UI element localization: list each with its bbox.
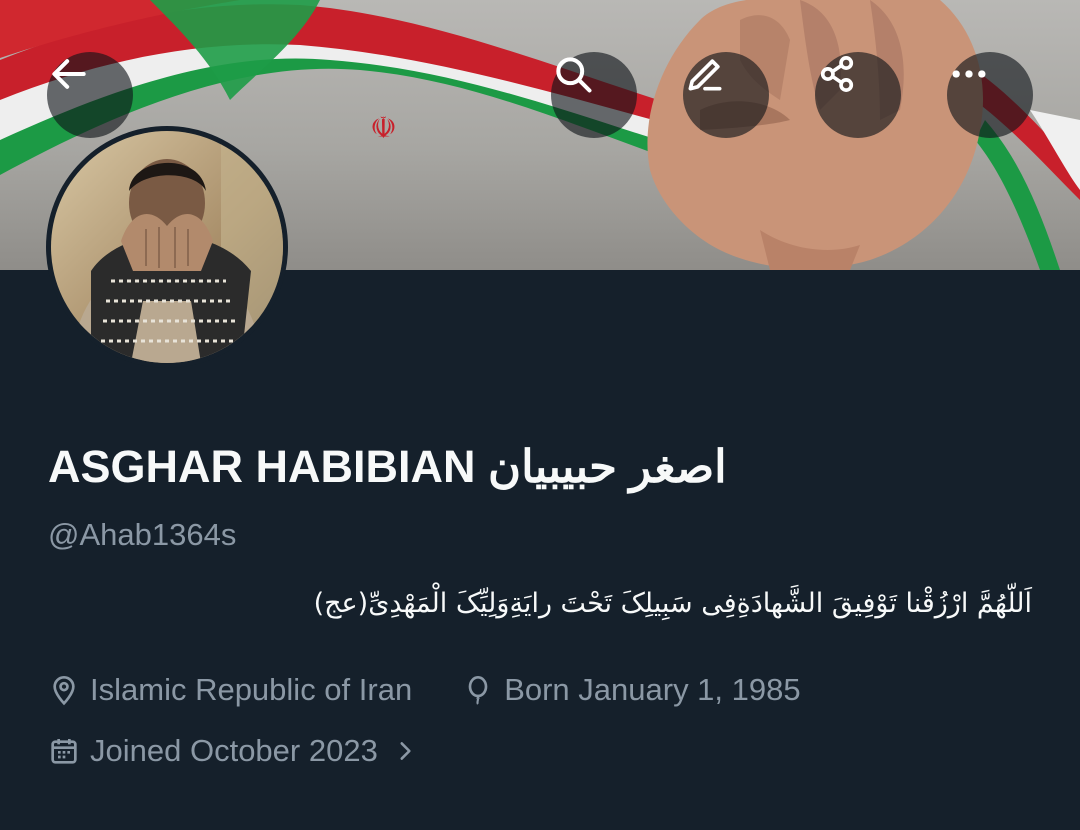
back-button[interactable] xyxy=(47,52,133,138)
share-button[interactable] xyxy=(815,52,901,138)
svg-text:☫: ☫ xyxy=(370,111,397,146)
profile-meta-row: Islamic Republic of Iran Born January 1,… xyxy=(48,672,801,708)
calendar-icon xyxy=(48,735,80,767)
chevron-right-icon[interactable] xyxy=(392,738,418,764)
profile-bio: اَللّهُمَّ ارْزُقْنا تَوْفِیقَ الشَّهادَ… xyxy=(313,588,1032,619)
avatar-image xyxy=(51,131,283,363)
joined-item[interactable]: Joined October 2023 xyxy=(48,733,418,769)
more-button[interactable] xyxy=(947,52,1033,138)
balloon-icon xyxy=(462,674,494,706)
edit-button[interactable] xyxy=(683,52,769,138)
birthday-item: Born January 1, 1985 xyxy=(462,672,801,708)
birthday-text: Born January 1, 1985 xyxy=(504,672,801,707)
location-text: Islamic Republic of Iran xyxy=(90,672,413,707)
search-button[interactable] xyxy=(551,52,637,138)
location-item: Islamic Republic of Iran xyxy=(48,672,412,708)
display-name: ASGHAR HABIBIAN اصغر حبیبیان xyxy=(48,441,727,492)
profile-avatar[interactable] xyxy=(46,126,288,368)
edit-icon xyxy=(688,59,722,91)
search-icon xyxy=(556,57,592,93)
joined-row[interactable]: Joined October 2023 xyxy=(48,733,418,769)
location-pin-icon xyxy=(48,674,80,706)
more-icon xyxy=(952,70,986,78)
joined-text: Joined October 2023 xyxy=(90,733,378,768)
arrow-left-icon xyxy=(52,59,86,89)
user-handle: @Ahab1364s xyxy=(48,517,237,552)
share-icon xyxy=(820,56,854,92)
